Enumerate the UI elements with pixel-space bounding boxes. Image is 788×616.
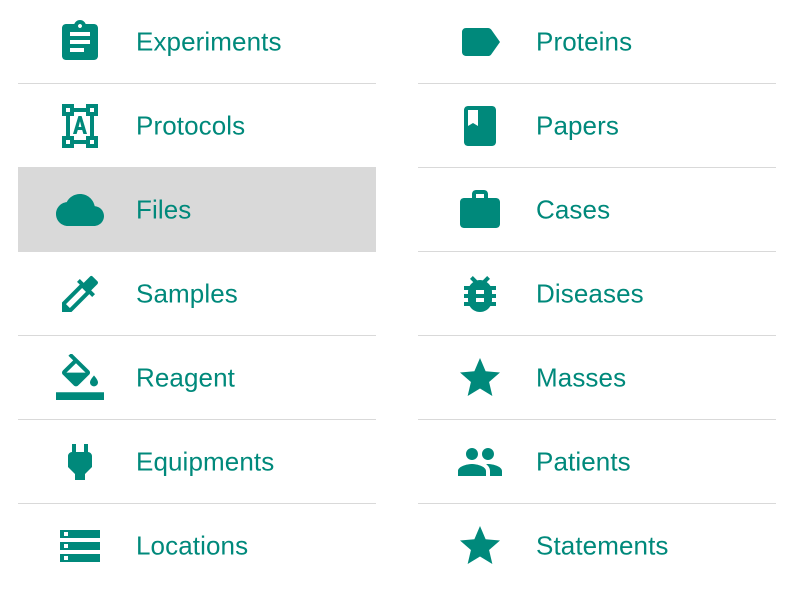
menu-item-label: Locations — [136, 530, 249, 560]
menu-item-label: Cases — [536, 194, 611, 224]
menu-item-label: Statements — [536, 530, 669, 560]
menu-item-masses[interactable]: Masses — [418, 336, 776, 420]
bookmark-book-icon — [456, 102, 504, 150]
left-menu: Experiments Protocols Files Samples Reag… — [18, 0, 376, 587]
briefcase-icon — [456, 186, 504, 234]
star-icon — [456, 354, 504, 402]
menu-item-samples[interactable]: Samples — [18, 252, 376, 336]
menu-item-experiments[interactable]: Experiments — [18, 0, 376, 84]
menu-item-label: Masses — [536, 362, 627, 392]
menu-item-cases[interactable]: Cases — [418, 168, 776, 252]
menu-item-label: Proteins — [536, 26, 633, 56]
label-tag-icon — [456, 18, 504, 66]
menu-item-reagent[interactable]: Reagent — [18, 336, 376, 420]
clipboard-icon — [56, 18, 104, 66]
menu-item-patients[interactable]: Patients — [418, 420, 776, 504]
menu-item-equipments[interactable]: Equipments — [18, 420, 376, 504]
menu-item-label: Protocols — [136, 110, 246, 140]
menu-item-label: Patients — [536, 446, 631, 476]
menu-item-label: Reagent — [136, 362, 235, 392]
cloud-icon — [56, 186, 104, 234]
menu-item-proteins[interactable]: Proteins — [418, 0, 776, 84]
bug-icon — [456, 270, 504, 318]
menu-item-label: Equipments — [136, 446, 275, 476]
paint-bucket-icon — [56, 353, 104, 402]
menu-item-label: Papers — [536, 110, 619, 140]
dropper-icon — [56, 270, 104, 318]
menu-item-protocols[interactable]: Protocols — [18, 84, 376, 168]
menu-item-label: Files — [136, 194, 192, 224]
storage-rack-icon — [56, 522, 104, 570]
people-icon — [456, 438, 504, 486]
menu-item-statements[interactable]: Statements — [418, 504, 776, 587]
right-menu: Proteins Papers Cases Diseases Masses Pa… — [418, 0, 776, 587]
menu-item-locations[interactable]: Locations — [18, 504, 376, 587]
menu-item-files[interactable]: Files — [18, 168, 376, 252]
star-icon — [456, 522, 504, 570]
menu-item-label: Diseases — [536, 278, 644, 308]
menu-item-papers[interactable]: Papers — [418, 84, 776, 168]
menu-item-diseases[interactable]: Diseases — [418, 252, 776, 336]
menu-item-label: Experiments — [136, 26, 282, 56]
power-plug-icon — [56, 438, 104, 486]
text-frame-icon — [56, 102, 104, 150]
menu-item-label: Samples — [136, 278, 238, 308]
